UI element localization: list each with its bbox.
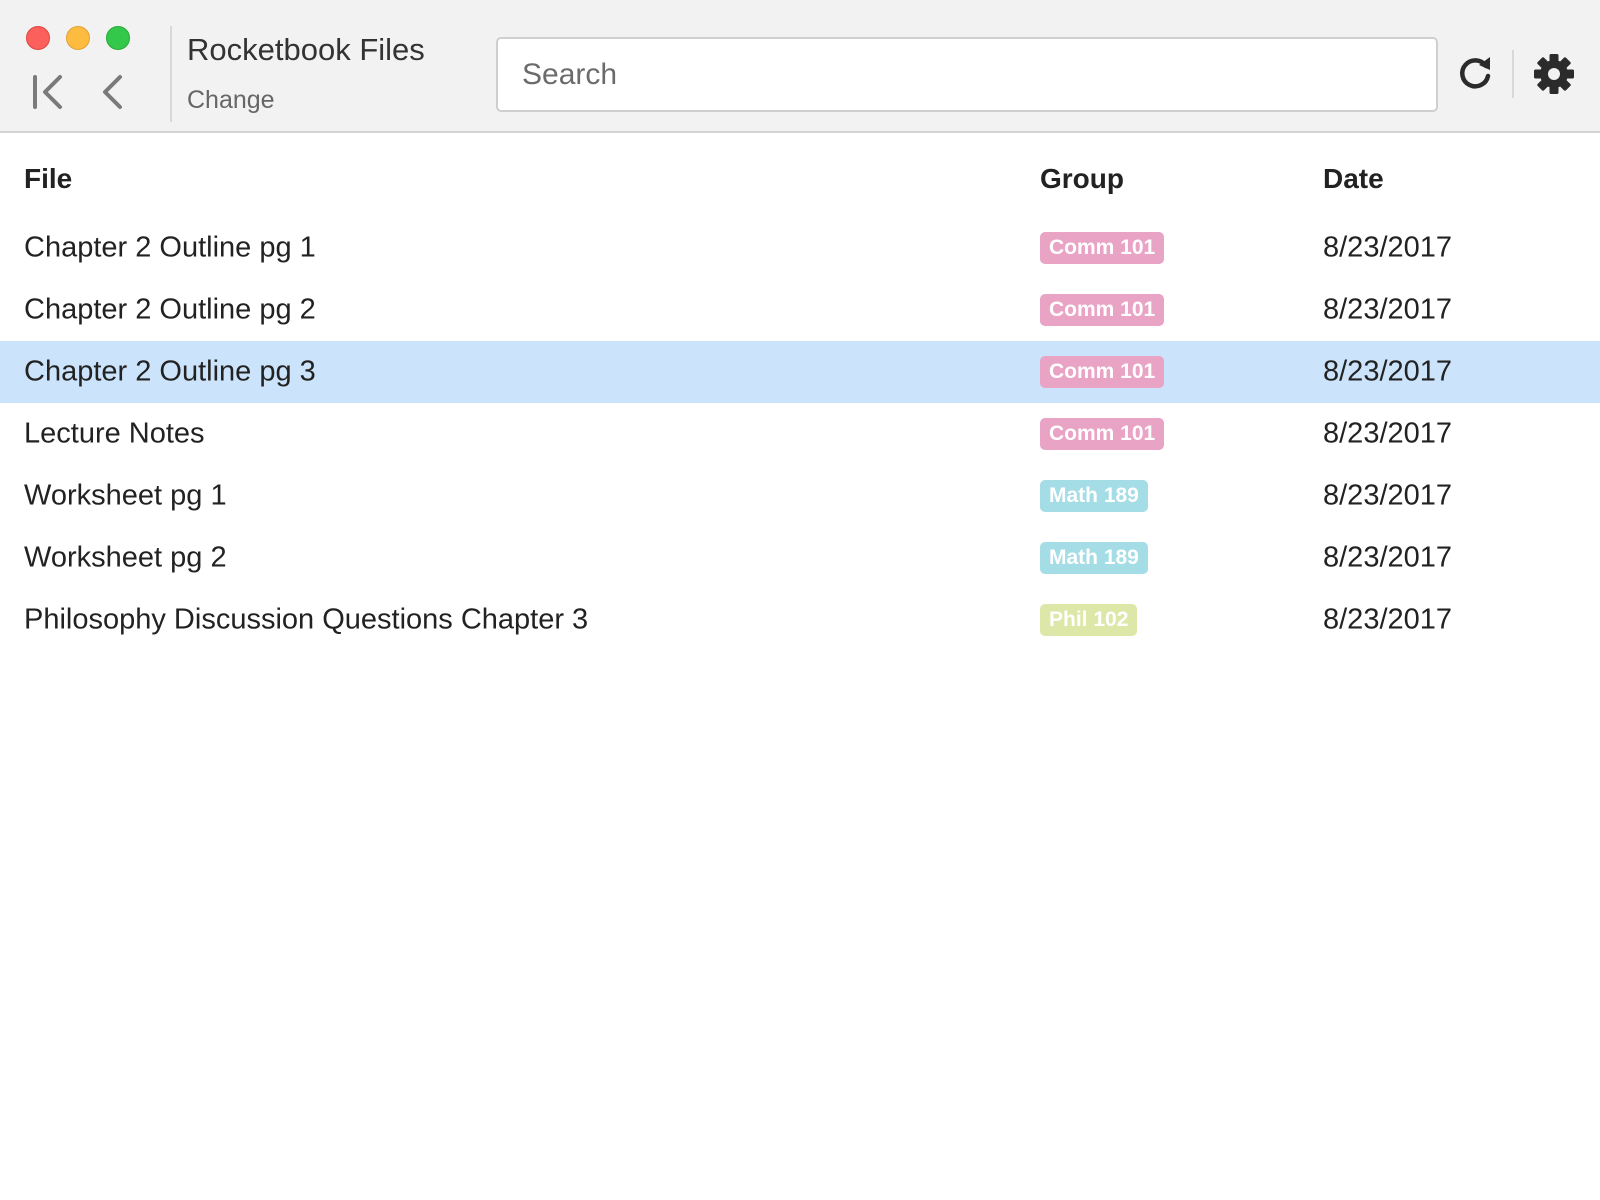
group-badge: Phil 102 [1040, 604, 1138, 636]
refresh-icon [1460, 57, 1491, 89]
go-to-first-button[interactable] [24, 70, 72, 114]
file-name: Chapter 2 Outline pg 1 [24, 231, 316, 264]
app-title: Rocketbook Files [187, 32, 425, 67]
file-date: 8/23/2017 [1323, 293, 1453, 326]
file-date: 8/23/2017 [1323, 603, 1453, 636]
file-date: 8/23/2017 [1323, 231, 1453, 264]
file-name: Chapter 2 Outline pg 3 [24, 355, 316, 388]
group-badge: Math 189 [1040, 542, 1148, 574]
table-row[interactable]: Chapter 2 Outline pg 3 Comm 101 8/23/201… [0, 341, 1600, 403]
chevron-left-icon [103, 75, 122, 109]
file-date: 8/23/2017 [1323, 479, 1453, 512]
group-badge: Comm 101 [1040, 294, 1165, 326]
file-name: Chapter 2 Outline pg 2 [24, 293, 316, 326]
app-window: Rocketbook Files Change Search File Grou… [0, 0, 1600, 1200]
column-header-file[interactable]: File [24, 163, 72, 195]
zoom-window-button[interactable] [106, 26, 130, 50]
toolbar-divider [170, 26, 172, 122]
settings-button[interactable] [1530, 50, 1578, 98]
file-name: Worksheet pg 1 [24, 479, 227, 512]
group-badge: Comm 101 [1040, 232, 1165, 264]
table-row[interactable]: Worksheet pg 2 Math 189 8/23/2017 [0, 527, 1600, 589]
search-input[interactable] [496, 37, 1438, 112]
file-name: Worksheet pg 2 [24, 541, 227, 574]
back-button[interactable] [88, 70, 136, 114]
group-badge: Comm 101 [1040, 418, 1165, 450]
group-badge: Comm 101 [1040, 356, 1165, 388]
column-header-date[interactable]: Date [1323, 163, 1384, 195]
table-row[interactable]: Worksheet pg 1 Math 189 8/23/2017 [0, 465, 1600, 527]
table-row[interactable]: Chapter 2 Outline pg 2 Comm 101 8/23/201… [0, 279, 1600, 341]
files-table: File Group Date Chapter 2 Outline pg 1 C… [0, 135, 1600, 651]
group-badge: Math 189 [1040, 480, 1148, 512]
file-date: 8/23/2017 [1323, 355, 1453, 388]
file-name: Philosophy Discussion Questions Chapter … [24, 603, 589, 636]
refresh-button[interactable] [1451, 50, 1499, 98]
column-header-group[interactable]: Group [1040, 163, 1124, 195]
gear-icon [1534, 54, 1574, 94]
file-name: Lecture Notes [24, 417, 205, 450]
first-page-icon [33, 75, 62, 109]
minimize-window-button[interactable] [66, 26, 90, 50]
change-location-link[interactable]: Change [187, 86, 275, 115]
file-date: 8/23/2017 [1323, 417, 1453, 450]
table-row[interactable]: Lecture Notes Comm 101 8/23/2017 [0, 403, 1600, 465]
toolbar-divider [1512, 50, 1514, 98]
table-row[interactable]: Philosophy Discussion Questions Chapter … [0, 589, 1600, 651]
table-header: File Group Date [0, 135, 1600, 217]
title-bar: Rocketbook Files Change [0, 0, 1600, 133]
close-window-button[interactable] [26, 26, 50, 50]
file-date: 8/23/2017 [1323, 541, 1453, 574]
table-row[interactable]: Chapter 2 Outline pg 1 Comm 101 8/23/201… [0, 217, 1600, 279]
